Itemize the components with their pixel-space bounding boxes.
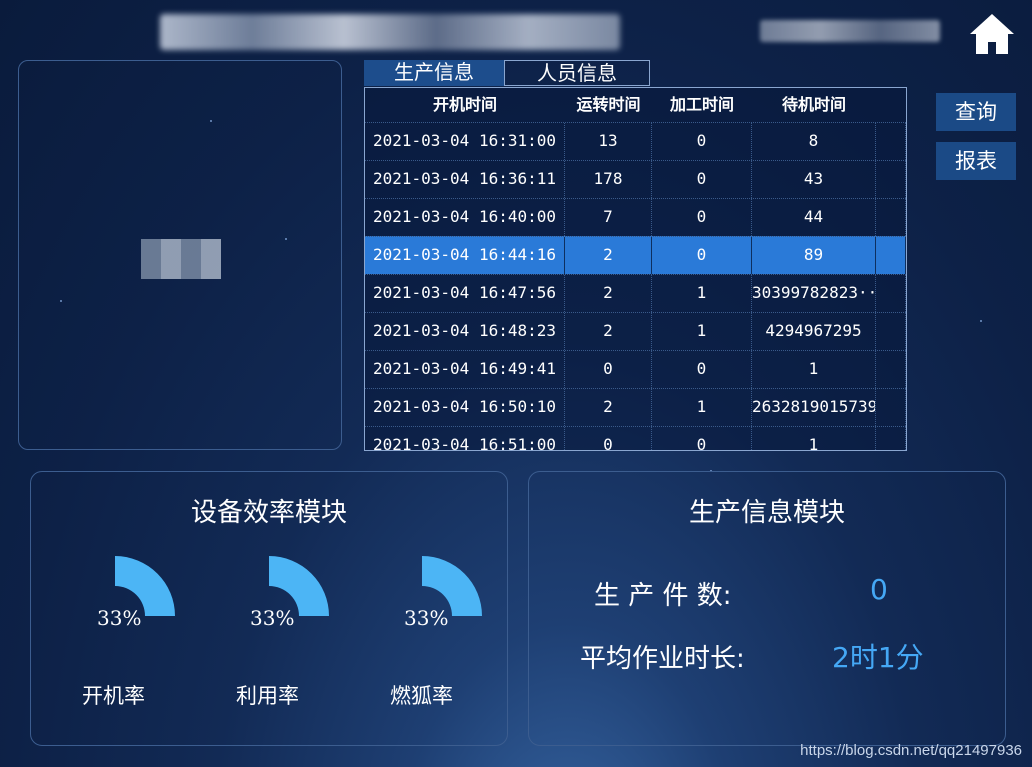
table-row[interactable]: 2021-03-04 16:31:00 13 0 8 (365, 122, 906, 160)
cell-start-time[interactable]: 2021-03-04 16:36:11 (365, 161, 565, 198)
cell-run-time[interactable]: 7 (565, 199, 652, 236)
column-header-idle-time[interactable]: 待机时间 (752, 88, 876, 122)
column-header-run-time[interactable]: 运转时间 (565, 88, 652, 122)
cell-filler (876, 389, 906, 426)
table-row[interactable]: 2021-03-04 16:44:16 2 0 89 (365, 236, 906, 274)
column-header-process-time[interactable]: 加工时间 (652, 88, 752, 122)
star-decoration (980, 320, 982, 322)
cell-process-time[interactable]: 0 (652, 161, 752, 198)
cell-run-time[interactable]: 178 (565, 161, 652, 198)
gauge-arc-value: 33% (404, 606, 449, 630)
info-tabs: 生产信息 人员信息 (364, 60, 650, 88)
cell-process-time[interactable]: 0 (652, 123, 752, 160)
column-header-start-time[interactable]: 开机时间 (365, 88, 565, 122)
query-button[interactable]: 查询 (936, 93, 1016, 131)
production-count-value: 0 (870, 573, 888, 606)
obscured-title (160, 14, 620, 50)
cell-filler (876, 427, 906, 450)
cell-run-time[interactable]: 2 (565, 389, 652, 426)
cell-run-time[interactable]: 0 (565, 351, 652, 388)
efficiency-panel-title: 设备效率模块 (190, 498, 347, 528)
cell-start-time[interactable]: 2021-03-04 16:44:16 (365, 237, 565, 274)
obscured-device-image (141, 239, 221, 279)
average-duration-label: 平均作业时长: (580, 644, 745, 674)
table-row[interactable]: 2021-03-04 16:36:11 178 0 43 (365, 160, 906, 198)
tab-personnel-info[interactable]: 人员信息 (504, 60, 650, 86)
cell-run-time[interactable]: 2 (565, 313, 652, 350)
gauge-power-on-label: 开机率 (82, 684, 145, 708)
production-panel-title: 生产信息模块 (688, 498, 845, 528)
cell-start-time[interactable]: 2021-03-04 16:48:23 (365, 313, 565, 350)
report-button[interactable]: 报表 (936, 142, 1016, 180)
cell-run-time[interactable]: 0 (565, 427, 652, 450)
cell-start-time[interactable]: 2021-03-04 16:31:00 (365, 123, 565, 160)
cell-idle-time[interactable]: 2632819015739 (752, 389, 876, 426)
cell-process-time[interactable]: 1 (652, 275, 752, 312)
gauge-arc-label: 燃狐率 (390, 684, 453, 708)
cell-filler (876, 237, 906, 274)
watermark: https://blog.csdn.net/qq21497936 (800, 742, 1022, 759)
table-row[interactable]: 2021-03-04 16:40:00 7 0 44 (365, 198, 906, 236)
obscured-header-info (760, 20, 940, 42)
production-count-label: 生 产 件 数: (594, 581, 732, 611)
table-row[interactable]: 2021-03-04 16:49:41 0 0 1 (365, 350, 906, 388)
device-image-panel (18, 60, 342, 450)
cell-idle-time[interactable]: 43 (752, 161, 876, 198)
cell-filler (876, 199, 906, 236)
cell-start-time[interactable]: 2021-03-04 16:49:41 (365, 351, 565, 388)
cell-idle-time[interactable]: 44 (752, 199, 876, 236)
cell-process-time[interactable]: 1 (652, 313, 752, 350)
cell-run-time[interactable]: 13 (565, 123, 652, 160)
cell-process-time[interactable]: 0 (652, 427, 752, 450)
cell-filler (876, 351, 906, 388)
cell-process-time[interactable]: 0 (652, 351, 752, 388)
cell-process-time[interactable]: 1 (652, 389, 752, 426)
cell-idle-time[interactable]: 4294967295 (752, 313, 876, 350)
cell-run-time[interactable]: 2 (565, 275, 652, 312)
cell-idle-time[interactable]: 89 (752, 237, 876, 274)
cell-process-time[interactable]: 0 (652, 199, 752, 236)
table-body: 2021-03-04 16:31:00 13 0 8 2021-03-04 16:36:… (365, 122, 906, 450)
cell-idle-time[interactable]: 8 (752, 123, 876, 160)
cell-filler (876, 161, 906, 198)
home-icon (970, 14, 1014, 54)
cell-idle-time[interactable]: 30399782823··· (752, 275, 876, 312)
cell-run-time[interactable]: 2 (565, 237, 652, 274)
gauge-utilization-label: 利用率 (236, 684, 299, 708)
cell-start-time[interactable]: 2021-03-04 16:51:00 (365, 427, 565, 450)
cell-idle-time[interactable]: 1 (752, 427, 876, 450)
gauge-utilization-value: 33% (250, 606, 295, 630)
table-row[interactable]: 2021-03-04 16:48:23 2 1 4294967295 (365, 312, 906, 350)
table-row[interactable]: 2021-03-04 16:51:00 0 0 1 (365, 426, 906, 450)
cell-start-time[interactable]: 2021-03-04 16:47:56 (365, 275, 565, 312)
cell-filler (876, 275, 906, 312)
cell-filler (876, 123, 906, 160)
tab-production-info[interactable]: 生产信息 (364, 60, 504, 86)
average-duration-value: 2时1分 (832, 641, 924, 674)
home-button[interactable] (966, 10, 1018, 58)
cell-filler (876, 313, 906, 350)
gauge-power-on-value: 33% (97, 606, 142, 630)
table-header: 开机时间 运转时间 加工时间 待机时间 (365, 88, 906, 122)
cell-start-time[interactable]: 2021-03-04 16:50:10 (365, 389, 565, 426)
cell-process-time[interactable]: 0 (652, 237, 752, 274)
cell-start-time[interactable]: 2021-03-04 16:40:00 (365, 199, 565, 236)
table-row[interactable]: 2021-03-04 16:50:10 2 1 2632819015739 (365, 388, 906, 426)
table-row[interactable]: 2021-03-04 16:47:56 2 1 30399782823··· (365, 274, 906, 312)
cell-idle-time[interactable]: 1 (752, 351, 876, 388)
production-table[interactable]: 开机时间 运转时间 加工时间 待机时间 2021-03-04 16:31:00 1… (364, 87, 907, 451)
